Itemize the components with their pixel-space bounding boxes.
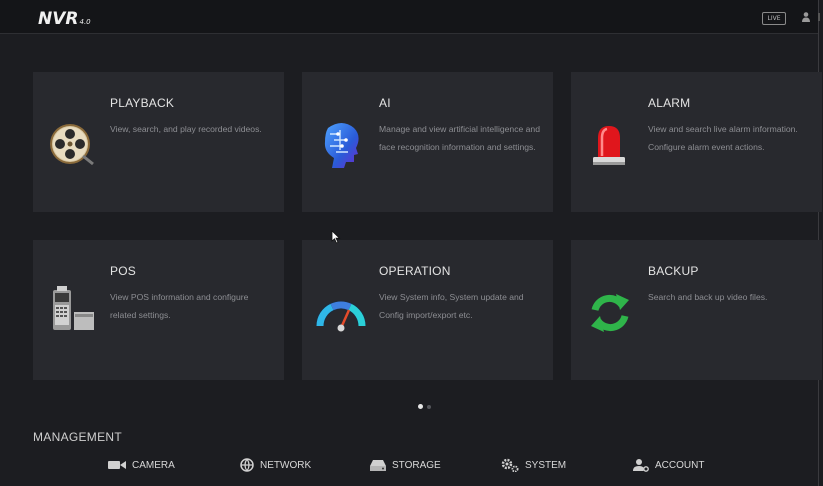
alarm-siren-icon bbox=[593, 126, 625, 165]
tile-title: OPERATION bbox=[379, 264, 451, 278]
management-network[interactable]: NETWORK bbox=[240, 456, 311, 474]
management-account[interactable]: ACCOUNT bbox=[633, 456, 704, 474]
mouse-cursor-icon bbox=[331, 230, 341, 244]
gears-icon bbox=[501, 458, 519, 472]
storage-drive-icon bbox=[370, 460, 386, 471]
tile-pos[interactable]: POS View POS information and configure r… bbox=[33, 240, 284, 380]
management-system[interactable]: SYSTEM bbox=[501, 456, 566, 474]
tile-playback[interactable]: PLAYBACK View, search, and play recorded… bbox=[33, 72, 284, 212]
pos-terminal-icon bbox=[53, 286, 94, 330]
film-reel-icon bbox=[50, 124, 94, 166]
tile-description: Search and back up video files. bbox=[648, 292, 768, 302]
management-label: CAMERA bbox=[132, 459, 175, 471]
tile-backup[interactable]: BACKUP Search and back up video files. bbox=[571, 240, 822, 380]
page-dot-1[interactable] bbox=[418, 404, 423, 409]
management-camera[interactable]: CAMERA bbox=[108, 456, 175, 474]
main-menu-screen: NVR4.0 LIVE PLAYBACK View, search, and p… bbox=[0, 0, 822, 486]
page-indicator bbox=[418, 396, 435, 415]
account-user-icon bbox=[633, 459, 649, 472]
tile-alarm[interactable]: ALARM View and search live alarm informa… bbox=[571, 72, 822, 212]
logo-text: NVR bbox=[38, 9, 79, 29]
tile-title: PLAYBACK bbox=[110, 96, 175, 110]
tile-title: AI bbox=[379, 96, 391, 110]
tile-title: BACKUP bbox=[648, 264, 699, 278]
logo-version: 4.0 bbox=[79, 18, 91, 26]
nvr-logo: NVR4.0 bbox=[38, 9, 91, 29]
tile-description: View and search live alarm information. … bbox=[648, 124, 798, 152]
management-label: NETWORK bbox=[260, 459, 312, 471]
tile-operation[interactable]: OPERATION View System info, System updat… bbox=[302, 240, 553, 380]
camera-icon bbox=[108, 461, 126, 469]
window-edge-mark bbox=[818, 13, 820, 21]
live-button[interactable]: LIVE bbox=[762, 12, 786, 25]
tile-title: ALARM bbox=[648, 96, 691, 110]
refresh-arrows-icon bbox=[591, 294, 629, 332]
ai-head-icon bbox=[324, 123, 359, 168]
management-storage[interactable]: STORAGE bbox=[370, 456, 441, 474]
tile-description: Manage and view artificial intelligence … bbox=[379, 124, 540, 152]
top-bar: NVR4.0 LIVE bbox=[0, 0, 818, 34]
network-globe-icon bbox=[240, 458, 254, 472]
management-label: SYSTEM bbox=[525, 459, 567, 471]
tile-description: View POS information and configure relat… bbox=[110, 292, 249, 320]
tile-description: View, search, and play recorded videos. bbox=[110, 124, 262, 134]
management-label: ACCOUNT bbox=[655, 459, 705, 471]
user-icon[interactable] bbox=[801, 11, 811, 23]
gauge-icon bbox=[316, 300, 366, 332]
management-label: STORAGE bbox=[392, 459, 441, 471]
tile-title: POS bbox=[110, 264, 136, 278]
tile-ai[interactable]: AI Manage and view artificial intelligen… bbox=[302, 72, 553, 212]
management-title: MANAGEMENT bbox=[33, 430, 123, 444]
page-dot-2[interactable] bbox=[427, 404, 431, 409]
tile-description: View System info, System update and Conf… bbox=[379, 292, 524, 320]
